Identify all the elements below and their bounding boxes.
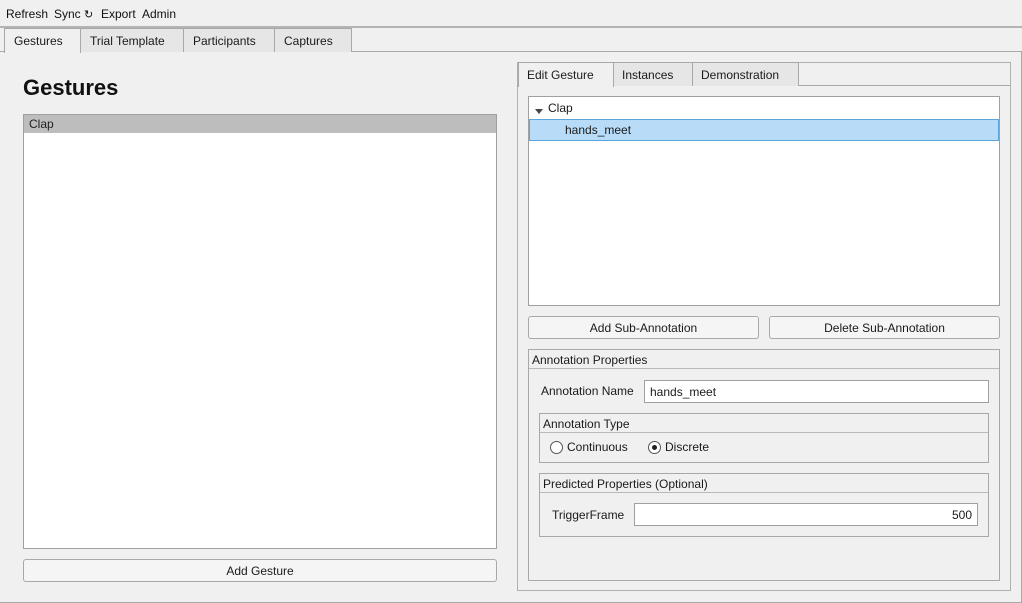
continuous-radio[interactable]: [550, 441, 563, 454]
menu-sync-label: Sync: [54, 7, 81, 21]
menu-sync[interactable]: Sync ↻: [54, 7, 93, 21]
continuous-label: Continuous: [567, 440, 628, 454]
chevron-down-icon[interactable]: [535, 109, 543, 114]
tree-node-selected[interactable]: hands_meet: [529, 119, 999, 141]
tree-node-clap[interactable]: Clap: [548, 101, 573, 115]
tree-node-hands-meet: hands_meet: [565, 123, 632, 137]
tab-edit-gesture[interactable]: Edit Gesture: [518, 62, 614, 87]
annotation-properties-title: Annotation Properties: [529, 350, 999, 369]
trigger-frame-label: TriggerFrame: [552, 508, 625, 522]
discrete-radio[interactable]: [648, 441, 661, 454]
tab-demonstration[interactable]: Demonstration: [692, 62, 799, 86]
annotation-name-label: Annotation Name: [541, 384, 634, 398]
annotation-name-field[interactable]: hands_meet: [644, 380, 989, 403]
menu-admin[interactable]: Admin: [142, 7, 176, 21]
annotation-tree[interactable]: Clap hands_meet: [528, 96, 1000, 306]
tab-trial-template[interactable]: Trial Template: [80, 28, 184, 52]
annotation-type-title: Annotation Type: [540, 414, 988, 433]
page-title: Gestures: [23, 75, 119, 100]
menu-bar: Refresh Sync ↻ Export Admin: [0, 0, 1022, 27]
tab-gestures[interactable]: Gestures: [4, 28, 81, 53]
add-gesture-button[interactable]: Add Gesture: [23, 559, 497, 582]
menu-refresh[interactable]: Refresh: [6, 7, 48, 21]
tab-captures[interactable]: Captures: [274, 28, 352, 52]
annotation-type-panel: Annotation Type: [539, 413, 989, 463]
delete-sub-annotation-button[interactable]: Delete Sub-Annotation: [769, 316, 1000, 339]
add-sub-annotation-button[interactable]: Add Sub-Annotation: [528, 316, 759, 339]
tab-instances[interactable]: Instances: [613, 62, 693, 86]
trigger-frame-field[interactable]: 500: [634, 503, 978, 526]
discrete-label: Discrete: [665, 440, 710, 454]
tab-participants[interactable]: Participants: [183, 28, 275, 52]
sync-icon: ↻: [84, 9, 94, 21]
gesture-list[interactable]: Clap: [23, 114, 497, 549]
predicted-properties-title: Predicted Properties (Optional): [540, 474, 988, 493]
menu-export[interactable]: Export: [101, 7, 136, 21]
list-item[interactable]: Clap: [24, 115, 496, 133]
